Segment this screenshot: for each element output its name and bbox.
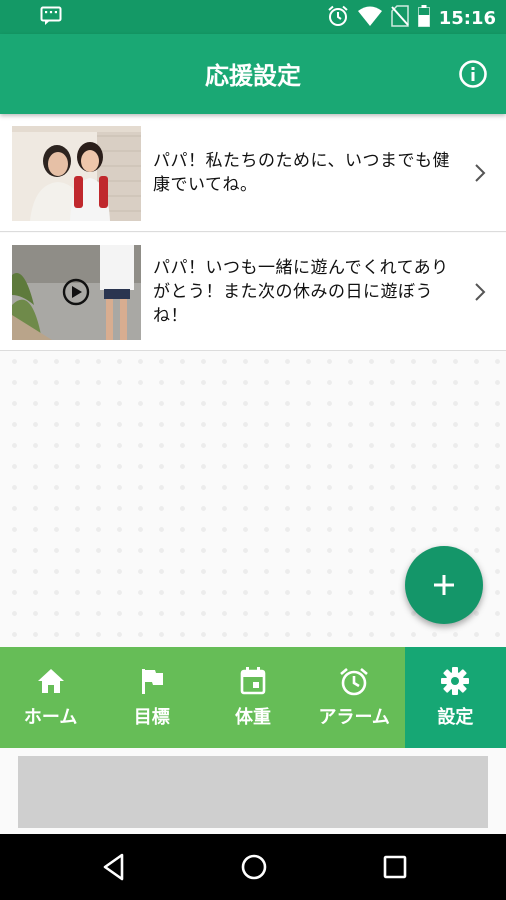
nav-label: ホーム [23,707,78,728]
gear-icon [439,665,471,697]
child-walking-video [12,245,141,340]
alarm-clock-icon [338,665,370,697]
calendar-icon [237,665,269,697]
mother-and-daughter-photo [12,126,141,221]
nav-label: 設定 [437,707,474,728]
nav-label: 体重 [235,707,271,728]
recents-icon[interactable] [380,852,410,882]
chevron-right-icon [475,163,486,182]
info-icon [459,60,487,88]
nav-item-weight[interactable]: 体重 [202,647,303,748]
app-bar: 応援設定 [0,34,506,114]
nav-item-settings[interactable]: 設定 [404,647,506,748]
home-icon [35,665,67,697]
message-icon [40,6,62,30]
system-nav-bar [0,834,506,900]
list-item-text: パパ！私たちのために、いつまでも健康でいてね。 [153,150,450,195]
chevron-right-icon [475,282,486,301]
page-title: 応援設定 [205,62,301,90]
list-item-text: パパ！いつも一緒に遊んでくれてありがとう！また次の休みの日に遊ぼうね！ [153,257,449,326]
back-icon[interactable] [99,852,129,882]
plus-icon [434,575,454,595]
nav-item-home[interactable]: ホーム [0,647,101,748]
info-button[interactable] [458,59,488,89]
flag-icon [136,665,168,697]
home-circle-icon[interactable] [239,852,269,882]
status-time: 15:16 [438,7,496,29]
ad-banner[interactable] [18,756,488,828]
ad-area [0,748,506,834]
alarm-icon [327,5,349,31]
list-item[interactable]: パパ！いつも一緒に遊んでくれてありがとう！また次の休みの日に遊ぼうね！ [0,233,506,351]
nav-item-alarm[interactable]: アラーム [304,647,405,748]
add-button[interactable] [405,546,483,624]
nav-label: 目標 [133,707,170,728]
status-bar: 15:16 [0,0,506,34]
wifi-icon [357,6,382,30]
list-item[interactable]: パパ！私たちのために、いつまでも健康でいてね。 [0,114,506,232]
nav-item-goal[interactable]: 目標 [101,647,202,748]
bottom-nav: ホーム 目標 体重 アラーム 設定 [0,647,506,748]
battery-icon [417,5,430,31]
nav-label: アラーム [318,707,390,728]
no-sim-icon [390,5,409,31]
